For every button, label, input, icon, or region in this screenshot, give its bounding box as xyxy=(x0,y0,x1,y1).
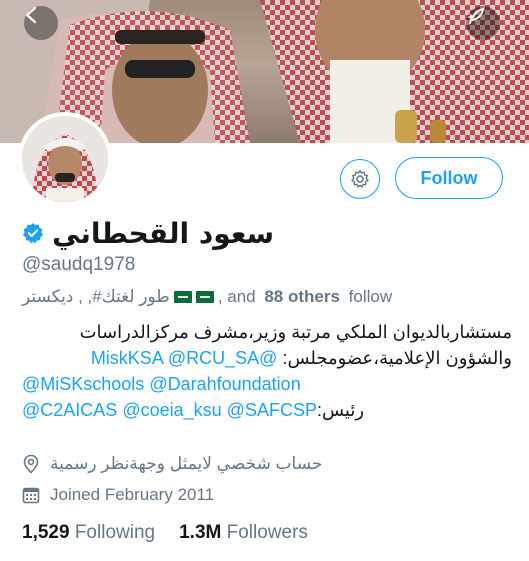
location-pin-icon xyxy=(23,454,39,474)
saudi-flag-icon xyxy=(173,291,192,303)
profile-name-row: سعود القحطاني xyxy=(22,213,274,253)
mention-link[interactable]: @MiSKschools xyxy=(22,374,144,394)
feather-icon xyxy=(468,7,485,24)
followers-count: 1.3M xyxy=(179,522,222,543)
joined-row: Joined February 2011 xyxy=(22,485,214,505)
followed-by-and: , and xyxy=(217,287,261,306)
chevron-left-icon xyxy=(25,6,37,24)
bio-line-3: @MiSKschools @Darahfoundation xyxy=(22,371,512,397)
following-stat[interactable]: 1,529 Following xyxy=(22,522,155,544)
mention-link[interactable]: @SAFCSP xyxy=(227,400,317,420)
follow-button[interactable]: Follow xyxy=(395,157,503,199)
location-text: حساب شخصي لايمثل وجهةنظر رسمية xyxy=(50,454,323,473)
calendar-icon xyxy=(22,487,40,504)
followers-label: Followers xyxy=(226,522,308,543)
settings-button[interactable] xyxy=(340,159,380,199)
followers-stat[interactable]: 1.3M Followers xyxy=(179,522,308,544)
followed-by-row[interactable]: طور لغتك#, , دیکستر , and 88 others foll… xyxy=(22,287,392,307)
mention-link[interactable]: @Darahfoundation xyxy=(149,374,300,394)
profile-bio: مستشاربالديوان الملكي مرتبة وزير،مشرف مر… xyxy=(22,319,512,423)
bio-line-4-text: :رئيس xyxy=(316,400,365,420)
followed-by-names: طور لغتك#, , دیکستر xyxy=(22,287,170,306)
bio-line-4: @C2AICAS @coeia_ksu @SAFCSP:رئيس xyxy=(22,397,512,423)
compose-tweet-button[interactable] xyxy=(466,6,500,40)
location-row: حساب شخصي لايمثل وجهةنظر رسمية xyxy=(22,454,322,474)
following-label: Following xyxy=(74,522,156,543)
saudi-flag-icon xyxy=(195,291,214,303)
followed-by-follow: follow xyxy=(343,287,393,306)
joined-text: Joined February 2011 xyxy=(50,485,215,504)
bio-line-2: والشؤون الإعلامية،عضومجلس: @MiskKSA @RCU… xyxy=(22,345,512,371)
following-count: 1,529 xyxy=(22,522,70,543)
avatar[interactable] xyxy=(18,112,112,206)
gear-icon xyxy=(351,169,369,188)
profile-handle: @saudq1978 xyxy=(22,254,136,275)
mention-link[interactable]: @coeia_ksu xyxy=(122,400,221,420)
bio-line-1: مستشاربالديوان الملكي مرتبة وزير،مشرف مر… xyxy=(79,322,512,342)
follow-stats: 1,529 Following 1.3M Followers xyxy=(22,522,308,544)
bio-line-2-text: والشؤون الإعلامية،عضومجلس: xyxy=(282,348,512,368)
verified-badge-icon xyxy=(23,223,43,244)
mention-link[interactable]: @RCU_SA xyxy=(168,348,259,368)
avatar-photo xyxy=(22,116,108,202)
display-name: سعود القحطاني xyxy=(52,216,275,250)
mention-link[interactable]: @C2AICAS xyxy=(22,400,117,420)
back-button[interactable] xyxy=(24,6,58,40)
followed-by-others-count: 88 others xyxy=(264,287,340,306)
